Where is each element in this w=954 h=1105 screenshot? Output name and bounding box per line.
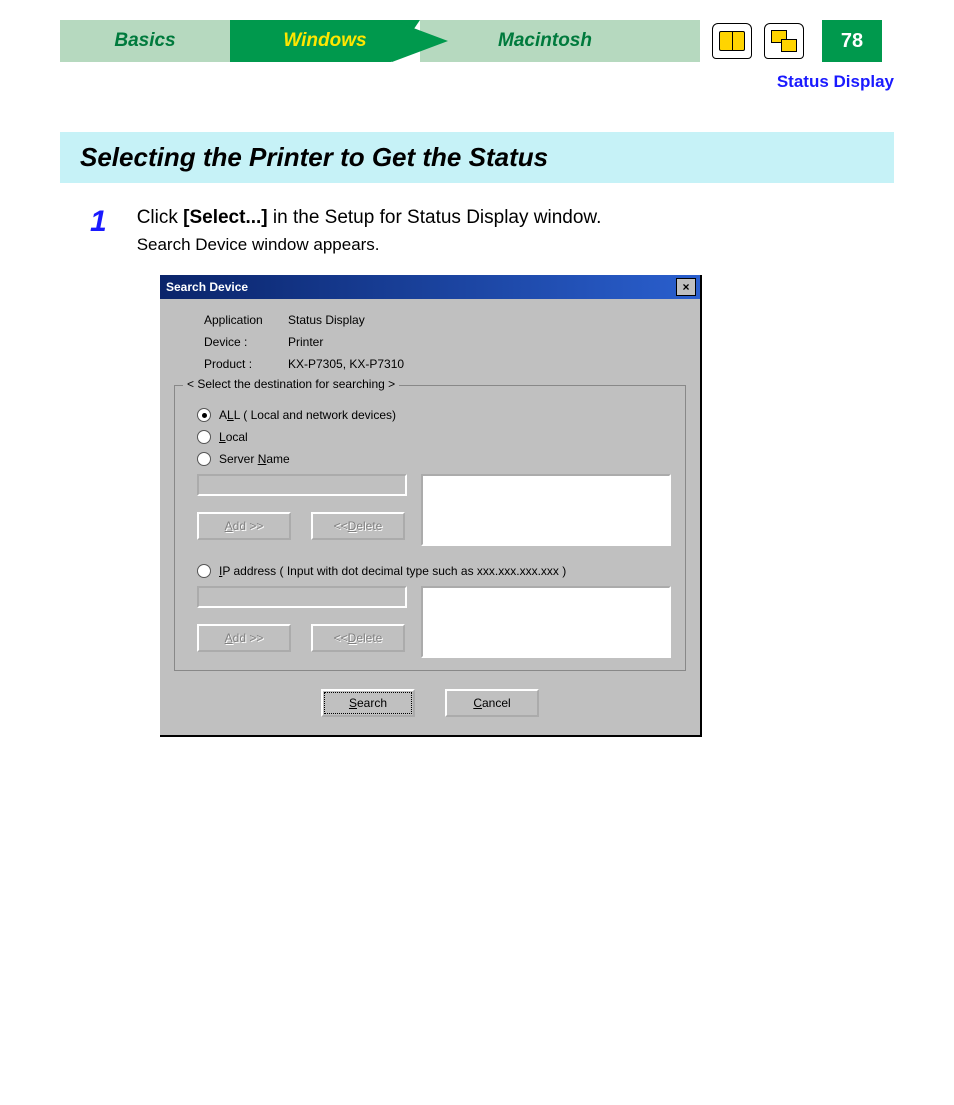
step-sub: Search Device window appears. — [137, 235, 602, 255]
page-number-label: 78 — [841, 30, 863, 53]
search-button[interactable]: Search — [321, 689, 415, 717]
radio-ip-label: IP address ( Input with dot decimal type… — [219, 564, 566, 578]
breadcrumb[interactable]: Status Display — [0, 72, 894, 92]
radio-all[interactable]: ALL ( Local and network devices) — [197, 408, 673, 422]
product-value: KX-P7305, KX-P7310 — [288, 357, 404, 371]
step-prefix: Click — [137, 207, 183, 228]
radio-server-input[interactable] — [197, 452, 211, 466]
dialog-title: Search Device — [166, 280, 248, 294]
radio-local[interactable]: Local — [197, 430, 673, 444]
section-title-bar: Selecting the Printer to Get the Status — [60, 132, 894, 183]
device-label: Device : — [204, 335, 274, 349]
group-title: < Select the destination for searching > — [183, 377, 399, 391]
tab-basics[interactable]: Basics — [60, 20, 230, 62]
product-label: Product : — [204, 357, 274, 371]
radio-all-label: ALL ( Local and network devices) — [219, 408, 396, 422]
tab-basics-label: Basics — [114, 30, 175, 52]
cancel-button[interactable]: Cancel — [445, 689, 539, 717]
navbar: Basics Windows Macintosh 78 — [60, 20, 894, 62]
page-number: 78 — [822, 20, 882, 62]
breadcrumb-label: Status Display — [777, 72, 894, 91]
nav-spacer — [650, 20, 700, 62]
server-list[interactable] — [421, 474, 671, 546]
server-add-button[interactable]: Add >> — [197, 512, 291, 540]
step-bold: [Select...] — [183, 207, 267, 228]
close-icon[interactable]: × — [676, 278, 696, 296]
server-delete-button[interactable]: << Delete — [311, 512, 405, 540]
network-icon[interactable] — [764, 23, 804, 59]
tab-macintosh-label: Macintosh — [498, 30, 592, 52]
dialog-info: Application Status Display Device : Prin… — [204, 313, 686, 371]
section-title: Selecting the Printer to Get the Status — [80, 142, 874, 173]
step-suffix: in the Setup for Status Display window. — [268, 207, 602, 228]
nav-icons: 78 — [700, 20, 894, 62]
step-1: 1 Click [Select...] in the Setup for Sta… — [90, 207, 894, 255]
step-body: Click [Select...] in the Setup for Statu… — [137, 207, 602, 255]
ip-add-button[interactable]: Add >> — [197, 624, 291, 652]
ip-input[interactable] — [197, 586, 407, 608]
radio-local-label: Local — [219, 430, 248, 444]
ip-list[interactable] — [421, 586, 671, 658]
book-icon[interactable] — [712, 23, 752, 59]
server-name-input[interactable] — [197, 474, 407, 496]
application-label: Application — [204, 313, 274, 327]
device-value: Printer — [288, 335, 323, 349]
radio-local-input[interactable] — [197, 430, 211, 444]
tab-windows-label: Windows — [283, 30, 366, 52]
search-device-dialog: Search Device × Application Status Displ… — [160, 275, 702, 737]
radio-server-label: Server Name — [219, 452, 290, 466]
ip-delete-button[interactable]: << Delete — [311, 624, 405, 652]
radio-all-input[interactable] — [197, 408, 211, 422]
radio-server-name[interactable]: Server Name — [197, 452, 673, 466]
tab-macintosh[interactable]: Macintosh — [420, 20, 650, 62]
radio-ip[interactable]: IP address ( Input with dot decimal type… — [197, 564, 673, 578]
application-value: Status Display — [288, 313, 365, 327]
search-destination-group: < Select the destination for searching >… — [174, 385, 686, 671]
close-glyph: × — [682, 280, 689, 294]
step-number: 1 — [90, 207, 107, 255]
dialog-footer: Search Cancel — [174, 689, 686, 717]
tab-windows[interactable]: Windows — [230, 20, 420, 62]
radio-ip-input[interactable] — [197, 564, 211, 578]
dialog-titlebar: Search Device × — [160, 275, 700, 299]
